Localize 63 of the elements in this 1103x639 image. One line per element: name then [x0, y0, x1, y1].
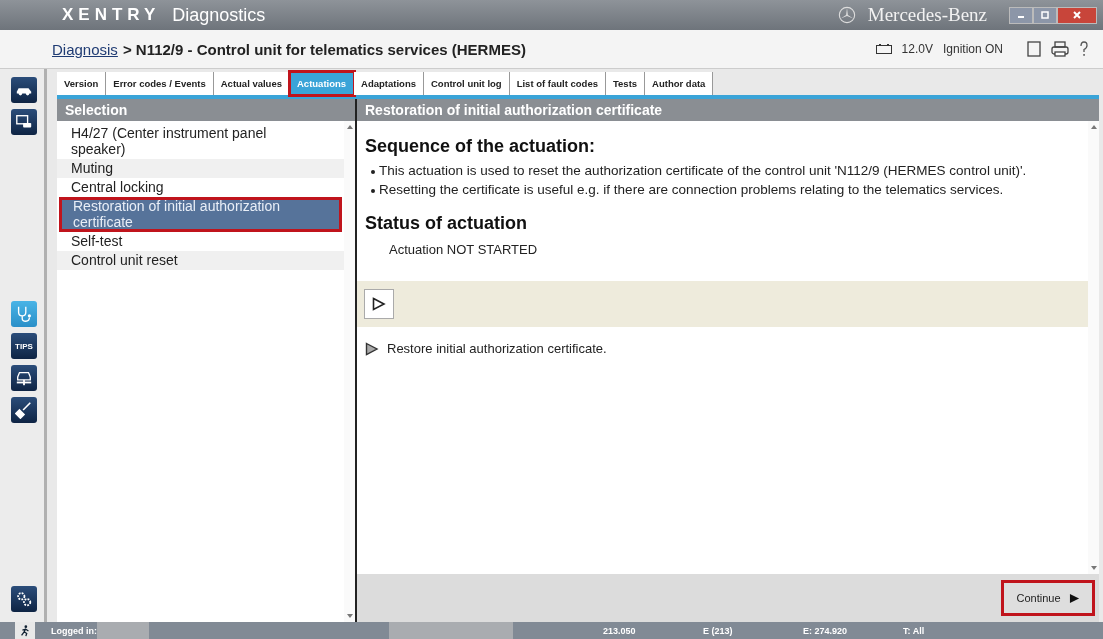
- scroll-down-icon[interactable]: [346, 614, 353, 618]
- tab[interactable]: Actual values: [213, 72, 290, 95]
- car-icon[interactable]: [11, 77, 37, 103]
- bullet-icon: [371, 189, 375, 193]
- breadcrumb-title: > N112/9 - Control unit for telematics services (HERMES): [122, 40, 526, 58]
- voltage-text: 12.0V: [901, 42, 933, 56]
- tab[interactable]: Adaptations: [354, 72, 424, 95]
- panel-header: Selection: [57, 99, 355, 121]
- bullet-icon: [371, 170, 375, 174]
- status-text: Actuation NOT STARTED: [389, 242, 539, 257]
- list-item[interactable]: Control unit reset: [57, 251, 344, 270]
- scrollbar[interactable]: [344, 121, 355, 622]
- status-value: 213.050: [603, 625, 637, 636]
- maximize-icon: [1040, 10, 1050, 20]
- tab[interactable]: List of fault codes: [509, 72, 606, 95]
- bullet-text: Resetting the certificate is useful e.g. if there are connection problems relating to the telematics services.: [379, 182, 1004, 198]
- status-value: E (213): [703, 625, 734, 636]
- status-value: T: All: [903, 625, 926, 636]
- app-name: XENTRY: [62, 5, 161, 25]
- redacted-field: [97, 622, 149, 639]
- computer-icon[interactable]: [11, 109, 37, 135]
- tab[interactable]: Tests: [605, 72, 646, 95]
- tab[interactable]: Author data: [645, 72, 714, 95]
- minimize-button[interactable]: [1009, 6, 1033, 24]
- tool-icon[interactable]: [11, 397, 37, 423]
- play-icon: [365, 341, 379, 356]
- settings-icon[interactable]: [11, 586, 37, 612]
- document-icon[interactable]: [1027, 41, 1041, 57]
- scrollbar[interactable]: [1088, 121, 1099, 574]
- play-icon: [1068, 592, 1080, 604]
- logout-icon[interactable]: [15, 622, 35, 639]
- section-heading: Sequence of the actuation:: [365, 136, 597, 157]
- scroll-down-icon[interactable]: [1090, 566, 1097, 570]
- play-button[interactable]: [364, 289, 394, 319]
- app-subtitle: Diagnostics: [172, 4, 266, 26]
- tab[interactable]: Version: [57, 72, 107, 95]
- status-value: E: 274.920: [803, 625, 849, 636]
- printer-icon[interactable]: [1051, 41, 1069, 57]
- star-logo-icon: [837, 6, 856, 24]
- tab[interactable]: Control unit log: [423, 72, 510, 95]
- close-icon: [1072, 10, 1082, 20]
- scroll-up-icon[interactable]: [1090, 125, 1097, 129]
- continue-button[interactable]: Continue: [1001, 580, 1095, 616]
- lift-icon[interactable]: [11, 365, 37, 391]
- section-heading: Status of actuation: [365, 213, 528, 234]
- panel-header: Restoration of initial authorization certificate: [357, 99, 1099, 121]
- ignition-status: Ignition ON: [942, 42, 1003, 56]
- logged-in-label: Logged in:: [51, 625, 97, 636]
- tab[interactable]: Error codes / Events: [106, 72, 214, 95]
- scroll-up-icon[interactable]: [346, 125, 353, 129]
- hint-text: Restore initial authorization certificate.: [387, 341, 607, 356]
- breadcrumb-link[interactable]: Diagnosis: [52, 40, 118, 58]
- play-icon: [372, 297, 386, 311]
- list-item[interactable]: Restoration of initial authorization certificate: [59, 197, 342, 232]
- brand-name: Mercedes-Benz: [867, 4, 987, 26]
- list-item[interactable]: Muting: [57, 159, 344, 178]
- battery-icon: [875, 44, 892, 54]
- maximize-button[interactable]: [1033, 6, 1057, 24]
- bullet-text: This actuation is used to reset the authorization certificate of the control unit 'N112/9 (HERMES control unit)'.: [379, 163, 1027, 179]
- help-icon[interactable]: [1079, 41, 1089, 57]
- close-button[interactable]: [1057, 6, 1097, 24]
- tips-button[interactable]: TIPS: [11, 333, 37, 359]
- stethoscope-icon[interactable]: [11, 301, 37, 327]
